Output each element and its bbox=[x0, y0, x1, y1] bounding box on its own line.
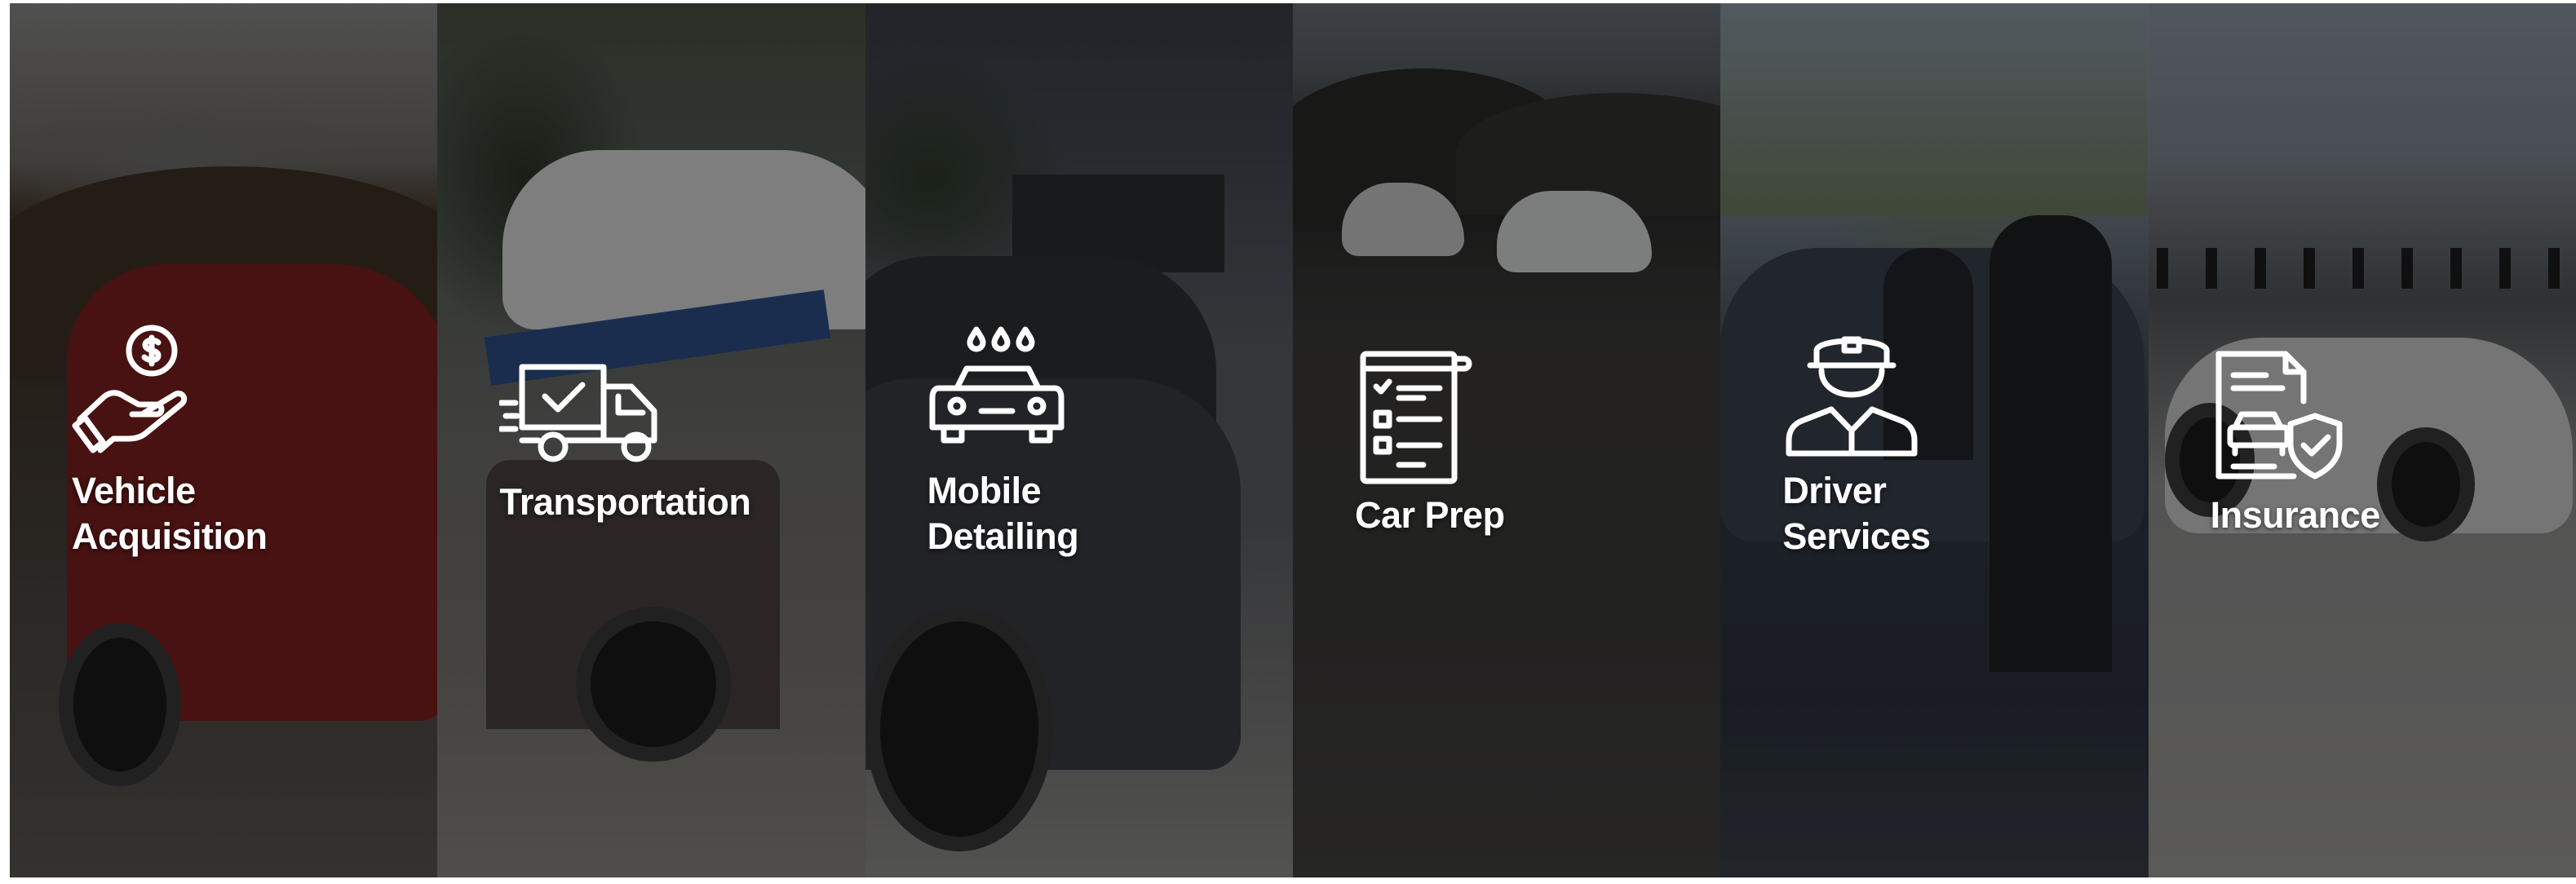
service-content: Transportation bbox=[499, 359, 858, 525]
service-content: Car Prep bbox=[1355, 347, 1714, 538]
car-wash-droplets-icon bbox=[927, 323, 1066, 462]
service-label: Vehicle Acquisition bbox=[72, 470, 268, 557]
service-content: Mobile Detailing bbox=[927, 323, 1286, 559]
service-label: Driver Services bbox=[1782, 470, 1931, 557]
service-content: Driver Services bbox=[1782, 323, 2141, 559]
insurance-document-car-shield-icon bbox=[2211, 347, 2349, 486]
service-panel-vehicle-acquisition[interactable]: Vehicle Acquisition bbox=[10, 3, 438, 877]
checklist-clipboard-icon bbox=[1355, 347, 1494, 486]
service-label: Insurance bbox=[2210, 494, 2381, 536]
service-panel-transportation[interactable]: Transportation bbox=[437, 3, 865, 877]
service-label: Transportation bbox=[499, 481, 751, 523]
services-strip: Vehicle Acquisition Transportation Mobil… bbox=[10, 3, 2576, 877]
service-panel-mobile-detailing[interactable]: Mobile Detailing bbox=[865, 3, 1293, 877]
hand-dollar-coin-icon bbox=[72, 323, 210, 462]
chauffeur-driver-icon bbox=[1782, 323, 1921, 462]
service-panel-driver-services[interactable]: Driver Services bbox=[1720, 3, 2149, 877]
service-panel-car-prep[interactable]: Car Prep bbox=[1292, 3, 1721, 877]
service-label: Car Prep bbox=[1354, 494, 1505, 536]
service-content: Insurance bbox=[2211, 347, 2569, 538]
service-panel-insurance[interactable]: Insurance bbox=[2148, 3, 2576, 877]
service-content: Vehicle Acquisition bbox=[72, 323, 431, 559]
delivery-truck-check-icon bbox=[499, 359, 662, 473]
service-label: Mobile Detailing bbox=[927, 470, 1079, 557]
